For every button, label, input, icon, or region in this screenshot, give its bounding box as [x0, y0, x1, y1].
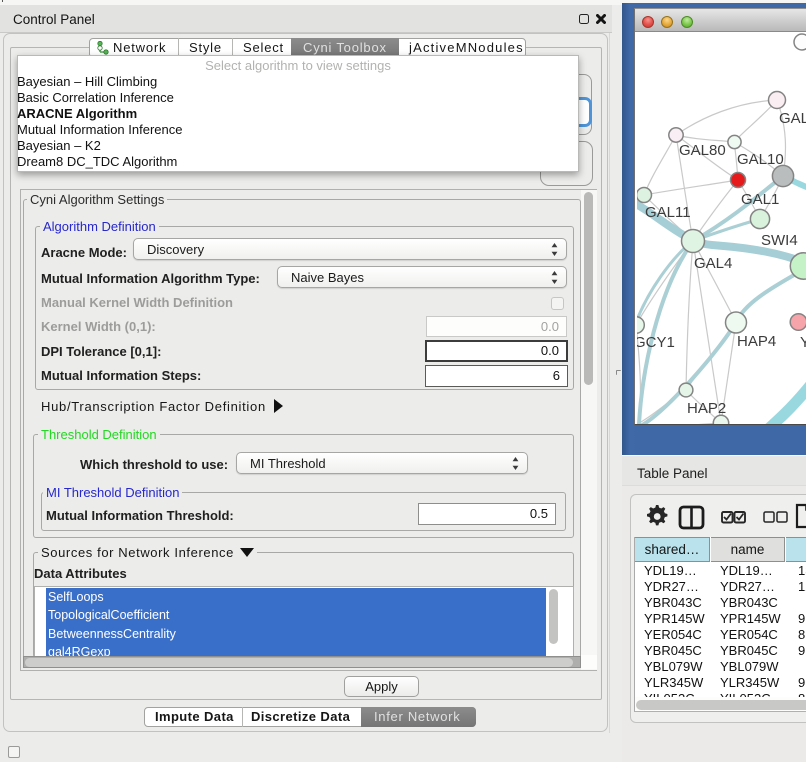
svg-text:HAP2: HAP2: [687, 400, 726, 417]
svg-text:GAL7: GAL7: [779, 110, 806, 127]
svg-text:SWI4: SWI4: [761, 232, 798, 249]
svg-text:GAL4: GAL4: [694, 255, 732, 272]
svg-text:GCY1: GCY1: [637, 334, 675, 351]
svg-text:GAL10: GAL10: [737, 151, 784, 168]
svg-text:GAL80: GAL80: [679, 142, 726, 159]
svg-text:GAL1: GAL1: [741, 191, 779, 208]
svg-text:HAP4: HAP4: [737, 333, 776, 350]
svg-text:Y: Y: [800, 334, 806, 351]
svg-text:GAL11: GAL11: [645, 204, 691, 221]
